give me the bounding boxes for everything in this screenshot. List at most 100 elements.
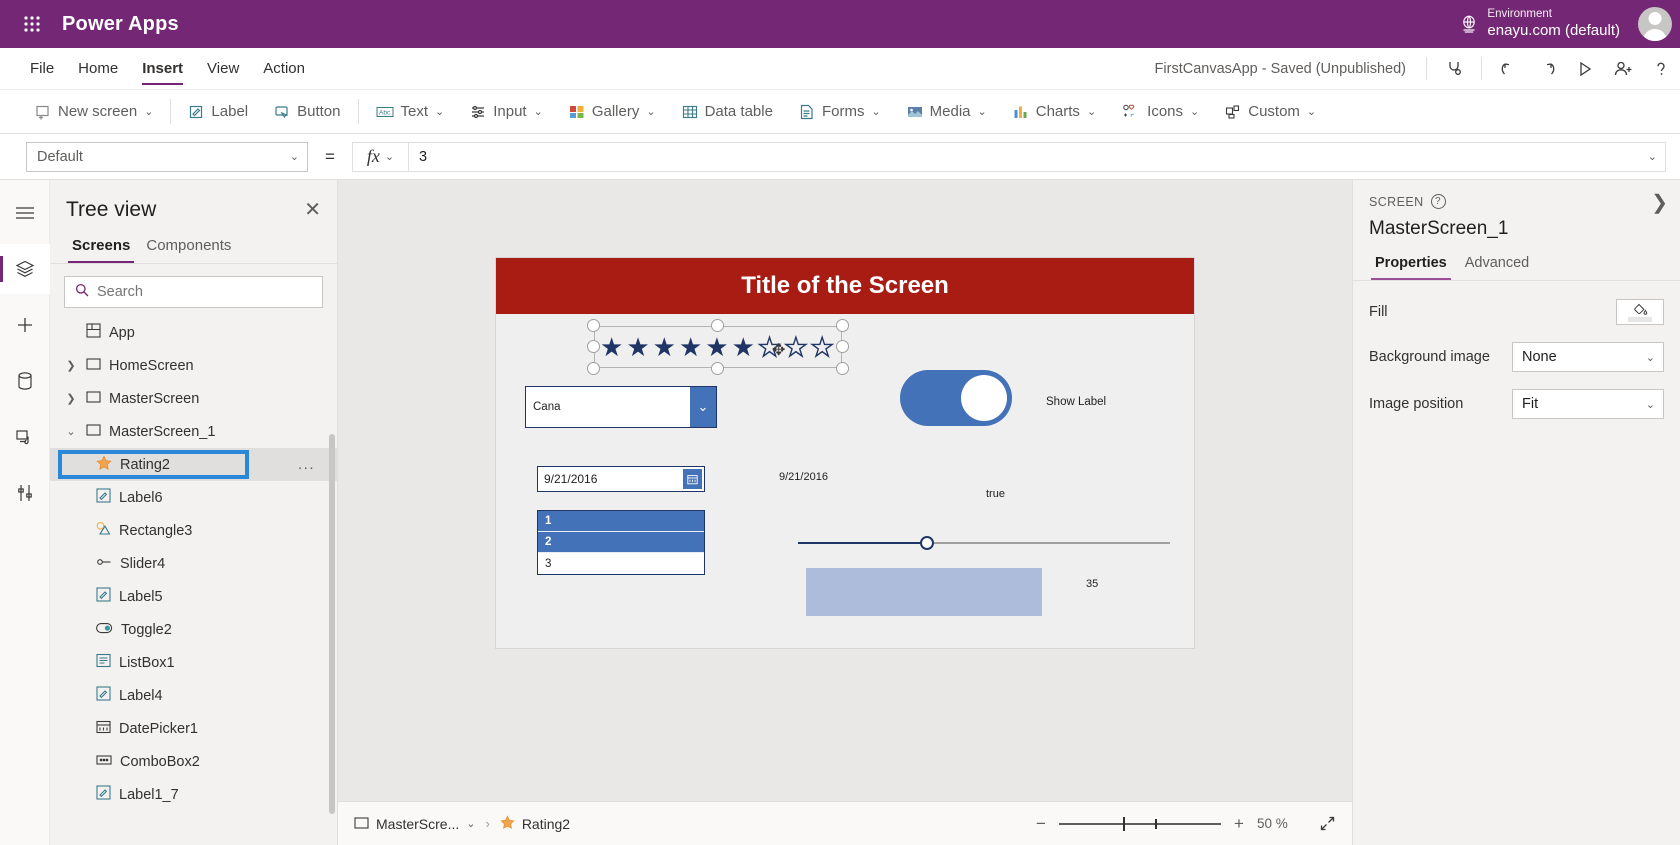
ribbon-data-table[interactable]: Data table [669, 90, 786, 133]
tree-item-context-menu[interactable]: ... [298, 456, 315, 473]
zoom-in-button[interactable]: + [1231, 814, 1247, 834]
tree-item-rectangle3[interactable]: Rectangle3 [50, 514, 337, 547]
help-circle-icon[interactable]: ? [1430, 194, 1446, 209]
data-sources-icon[interactable] [0, 356, 50, 406]
advanced-tools-icon[interactable] [0, 468, 50, 518]
resize-handle-top-right[interactable] [836, 319, 849, 332]
tab-components[interactable]: Components [140, 232, 237, 263]
tree-item-rating2[interactable]: Rating2 ... [50, 448, 337, 481]
tree-item-app[interactable]: App [50, 316, 337, 349]
redo-icon[interactable] [1528, 48, 1566, 89]
tab-screens[interactable]: Screens [66, 232, 136, 263]
ribbon-forms[interactable]: Forms ⌄ [786, 90, 894, 133]
tree-item-masterscreen-1[interactable]: ⌄ MasterScreen_1 [50, 415, 337, 448]
screen-title-banner[interactable]: Title of the Screen [496, 258, 1194, 314]
zoom-slider[interactable] [1059, 816, 1221, 832]
hamburger-menu-icon[interactable] [0, 188, 50, 238]
menu-item-view[interactable]: View [195, 48, 251, 89]
background-image-select[interactable]: None ⌄ [1512, 342, 1664, 372]
canvas-viewport[interactable]: Title of the Screen ★ ★ ★ ★ ★ ★ ★ ★ ★ ✥ … [338, 180, 1352, 801]
ribbon-input[interactable]: Input ⌄ [457, 90, 556, 133]
chevron-right-icon[interactable]: ❯ [64, 359, 78, 372]
waffle-grid-icon[interactable] [12, 4, 52, 44]
breadcrumb-screen[interactable]: MasterScre... ⌄ [354, 816, 475, 832]
zoom-out-button[interactable]: − [1033, 814, 1049, 834]
user-avatar[interactable] [1638, 7, 1672, 41]
environment-info[interactable]: Environment enayu.com (default) [1487, 7, 1620, 40]
share-user-icon[interactable] [1604, 48, 1642, 89]
ribbon-charts[interactable]: Charts ⌄ [1000, 90, 1109, 133]
tree-item-label6[interactable]: Label6 [50, 481, 337, 514]
tree-item-masterscreen[interactable]: ❯ MasterScreen [50, 382, 337, 415]
formula-input[interactable]: 3 ⌄ [408, 141, 1666, 172]
tree-item-label5[interactable]: Label5 [50, 580, 337, 613]
help-icon[interactable] [1642, 48, 1680, 89]
resize-handle-middle-right[interactable] [836, 340, 849, 353]
tree-item-toggle2[interactable]: Toggle2 [50, 613, 337, 646]
ribbon-icons[interactable]: Icons ⌄ [1109, 90, 1212, 133]
canvas-datepicker[interactable]: 9/21/2016 [537, 466, 705, 492]
resize-handle-bottom-left[interactable] [587, 362, 600, 375]
tree-item-combobox2[interactable]: ComboBox2 [50, 745, 337, 778]
tree-item-datepicker1[interactable]: DatePicker1 [50, 712, 337, 745]
tree-item-label4[interactable]: Label4 [50, 679, 337, 712]
canvas-listbox[interactable]: 1 2 3 [537, 510, 705, 575]
ribbon-new-screen[interactable]: New screen ⌄ [22, 90, 166, 133]
undo-icon[interactable] [1490, 48, 1528, 89]
chevron-down-icon[interactable]: ⌄ [466, 817, 475, 830]
chevron-right-icon[interactable]: ❯ [1651, 190, 1668, 215]
tab-advanced[interactable]: Advanced [1459, 252, 1536, 280]
zoom-slider-handle[interactable] [1123, 816, 1125, 831]
resize-handle-top-left[interactable] [587, 319, 600, 332]
listbox-option-2[interactable]: 2 [538, 532, 704, 553]
resize-handle-bottom-center[interactable] [711, 362, 724, 375]
tree-item-listbox1[interactable]: ListBox1 [50, 646, 337, 679]
search-input[interactable] [97, 284, 312, 300]
fx-button[interactable]: fx ⌄ [352, 141, 408, 172]
media-library-icon[interactable] [0, 412, 50, 462]
chevron-right-icon[interactable]: ❯ [64, 392, 78, 405]
listbox-option-3[interactable]: 3 [538, 553, 704, 574]
listbox-option-1[interactable]: 1 [538, 511, 704, 532]
image-position-select[interactable]: Fit ⌄ [1512, 389, 1664, 419]
property-selector[interactable]: Default ⌄ [26, 141, 308, 172]
app-checker-icon[interactable] [1435, 48, 1473, 89]
menu-item-file[interactable]: File [18, 48, 66, 89]
tree-item-homescreen[interactable]: ❯ HomeScreen [50, 349, 337, 382]
play-preview-icon[interactable] [1566, 48, 1604, 89]
calendar-icon[interactable] [683, 469, 702, 489]
chevron-down-icon[interactable]: ⌄ [1648, 150, 1657, 163]
tree-item-label1-7[interactable]: Label1_7 [50, 778, 337, 811]
tab-properties[interactable]: Properties [1369, 252, 1453, 280]
fit-screen-icon[interactable] [1319, 815, 1336, 832]
app-screen-preview[interactable]: Title of the Screen ★ ★ ★ ★ ★ ★ ★ ★ ★ ✥ … [496, 258, 1194, 648]
tree-view-layers-icon[interactable] [0, 244, 50, 294]
menu-item-insert[interactable]: Insert [130, 48, 195, 89]
resize-handle-bottom-right[interactable] [836, 362, 849, 375]
ribbon-text[interactable]: Abc Text ⌄ [363, 90, 458, 133]
search-box[interactable] [64, 276, 323, 308]
ribbon-media[interactable]: Media ⌄ [894, 90, 1000, 133]
canvas-toggle[interactable] [900, 370, 1012, 426]
menu-item-action[interactable]: Action [251, 48, 317, 89]
insert-plus-icon[interactable] [0, 300, 50, 350]
slider-handle[interactable] [920, 536, 934, 550]
canvas-combobox[interactable]: Cana ⌄ [525, 386, 717, 428]
ribbon-custom[interactable]: Custom ⌄ [1212, 90, 1329, 133]
canvas-slider[interactable] [798, 534, 1170, 552]
ribbon-gallery[interactable]: Gallery ⌄ [556, 90, 669, 133]
resize-handle-middle-left[interactable] [587, 340, 600, 353]
breadcrumb-control[interactable]: Rating2 [500, 814, 570, 833]
fill-color-button[interactable] [1616, 299, 1664, 325]
rating-control[interactable]: ★ ★ ★ ★ ★ ★ ★ ★ ★ ✥ [587, 319, 849, 375]
ribbon-label[interactable]: Label [175, 90, 261, 133]
tree-item-slider4[interactable]: Slider4 [50, 547, 337, 580]
chevron-down-icon[interactable]: ⌄ [64, 425, 78, 438]
tree-scrollbar[interactable] [329, 434, 335, 814]
canvas-rectangle[interactable] [806, 568, 1042, 616]
app-brand-title[interactable]: Power Apps [62, 13, 179, 36]
close-icon[interactable]: ✕ [304, 200, 321, 220]
menu-item-home[interactable]: Home [66, 48, 130, 89]
chevron-down-icon[interactable]: ⌄ [690, 387, 716, 427]
ribbon-button[interactable]: Button [261, 90, 353, 133]
